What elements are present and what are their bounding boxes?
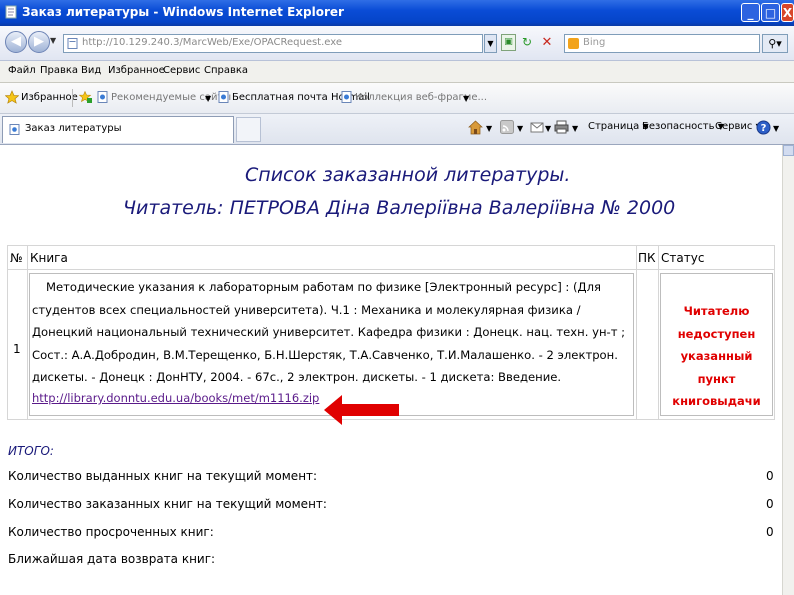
- book-description: Методические указания к лабораторным раб…: [32, 276, 630, 389]
- red-arrow-icon: [324, 395, 399, 425]
- safety-menu[interactable]: Безопасность ▼: [642, 121, 724, 132]
- col-header-status: Статус: [661, 251, 705, 265]
- menu-favorites[interactable]: Избранное: [108, 65, 165, 76]
- help-dropdown-icon[interactable]: ▼: [773, 124, 779, 133]
- tools-menu-label: Сервис: [715, 121, 753, 132]
- menu-edit[interactable]: Правка: [40, 65, 78, 76]
- book-description-text: Методические указания к лабораторным раб…: [32, 280, 626, 384]
- favorites-separator: [72, 89, 73, 107]
- summary-ordered-label: Количество заказанных книг на текущий мо…: [8, 497, 327, 511]
- add-favorite-icon[interactable]: [79, 91, 92, 103]
- menu-tools[interactable]: Сервис: [163, 65, 200, 76]
- search-input[interactable]: Bing: [564, 34, 760, 53]
- document-icon: [5, 5, 17, 19]
- menu-bar: Файл Правка Вид Избранное Сервис Справка: [0, 61, 794, 83]
- print-dropdown-icon[interactable]: ▼: [572, 124, 578, 133]
- menu-file[interactable]: Файл: [8, 65, 36, 76]
- row-number: 1: [13, 342, 21, 356]
- address-dropdown-icon[interactable]: ▼: [484, 34, 497, 53]
- book-download-link[interactable]: http://library.donntu.edu.ua/books/met/m…: [32, 391, 319, 405]
- web-slice-icon: [341, 91, 352, 103]
- status-cell: Читателю недоступен указанный пункт книг…: [660, 273, 773, 416]
- suggested-dropdown-icon[interactable]: ▼: [205, 94, 211, 103]
- table-right-border: [774, 245, 775, 420]
- favorites-button[interactable]: Избранное: [21, 92, 78, 103]
- tab-bar: Заказ литературы ▼ ▼ ▼ ▼ Страница ▼ Безо…: [0, 114, 794, 145]
- print-icon[interactable]: [554, 120, 569, 134]
- home-dropdown-icon[interactable]: ▼: [486, 124, 492, 133]
- vertical-scrollbar[interactable]: [782, 145, 794, 595]
- suggested-sites-icon: [97, 91, 108, 103]
- summary-return-date-label: Ближайшая дата возврата книг:: [8, 552, 216, 566]
- close-button[interactable]: X: [781, 3, 794, 22]
- favorites-bar: Избранное Рекомендуемые сайты ▼ Бесплатн…: [0, 83, 794, 114]
- address-toolbar: ◀ ▶ ▼ http://10.129.240.3/MarcWeb/Exe/OP…: [0, 26, 794, 61]
- page-icon: [67, 38, 78, 49]
- col-header-book: Книга: [30, 251, 68, 265]
- back-button[interactable]: ◀: [5, 31, 27, 53]
- feeds-icon[interactable]: [500, 120, 514, 134]
- help-icon[interactable]: ?: [756, 120, 771, 135]
- window-title: Заказ литературы - Windows Internet Expl…: [22, 5, 344, 19]
- minimize-button[interactable]: _: [741, 3, 760, 22]
- tab-active[interactable]: Заказ литературы: [2, 116, 234, 143]
- compatibility-view-icon[interactable]: ▣: [501, 34, 516, 51]
- summary-overdue-label: Количество просроченных книг:: [8, 525, 214, 539]
- new-tab-button[interactable]: [236, 117, 261, 142]
- menu-help[interactable]: Справка: [204, 65, 248, 76]
- title-bar[interactable]: Заказ литературы - Windows Internet Expl…: [0, 0, 794, 26]
- reader-info: Читатель: ПЕТРОВА Діна Валеріївна Валері…: [123, 197, 676, 219]
- search-icon[interactable]: ⚲▾: [762, 34, 788, 53]
- summary-issued-value: 0: [766, 469, 774, 483]
- safety-menu-label: Безопасность: [642, 121, 715, 132]
- pk-cell: [637, 270, 658, 419]
- recent-pages-dropdown-icon[interactable]: ▼: [50, 36, 56, 45]
- forward-button[interactable]: ▶: [28, 31, 50, 53]
- svg-text:?: ?: [761, 123, 767, 134]
- address-input[interactable]: http://10.129.240.3/MarcWeb/Exe/OPACRequ…: [63, 34, 483, 53]
- page-title: Список заказанной литературы.: [245, 164, 571, 186]
- col-header-num: №: [10, 251, 23, 265]
- page-content: Список заказанной литературы. Читатель: …: [0, 145, 782, 595]
- tools-menu[interactable]: Сервис ▼: [715, 121, 762, 132]
- favorites-star-icon: [5, 90, 19, 104]
- stop-icon[interactable]: ✕: [539, 34, 555, 51]
- menu-view[interactable]: Вид: [81, 65, 101, 76]
- summary-ordered-value: 0: [766, 497, 774, 511]
- refresh-icon[interactable]: ↻: [519, 34, 535, 51]
- page-menu-label: Страница: [588, 121, 640, 132]
- table-col-divider: [27, 245, 28, 420]
- feeds-dropdown-icon[interactable]: ▼: [517, 124, 523, 133]
- bing-icon: [568, 38, 579, 49]
- mail-dropdown-icon[interactable]: ▼: [545, 124, 551, 133]
- summary-heading: ИТОГО:: [8, 444, 54, 458]
- tab-label: Заказ литературы: [25, 123, 122, 134]
- page-menu[interactable]: Страница ▼: [588, 121, 649, 132]
- hotmail-icon: [218, 91, 229, 103]
- search-placeholder: Bing: [583, 37, 606, 48]
- home-icon[interactable]: [468, 120, 483, 135]
- page-icon: [9, 124, 20, 135]
- address-text: http://10.129.240.3/MarcWeb/Exe/OPACRequ…: [82, 37, 343, 48]
- summary-issued-label: Количество выданных книг на текущий моме…: [8, 469, 318, 483]
- read-mail-icon[interactable]: [530, 120, 545, 134]
- maximize-button[interactable]: □: [761, 3, 780, 22]
- web-slice-dropdown-icon[interactable]: ▼: [463, 94, 469, 103]
- summary-overdue-value: 0: [766, 525, 774, 539]
- col-header-pk: ПК: [638, 251, 656, 265]
- fav-suggested-sites[interactable]: Рекомендуемые сайты: [111, 92, 231, 103]
- scroll-up-button[interactable]: [783, 145, 794, 156]
- table-col-divider: [658, 245, 659, 420]
- status-text: Читателю недоступен указанный пункт книг…: [672, 304, 761, 408]
- table-left-border: [7, 245, 8, 420]
